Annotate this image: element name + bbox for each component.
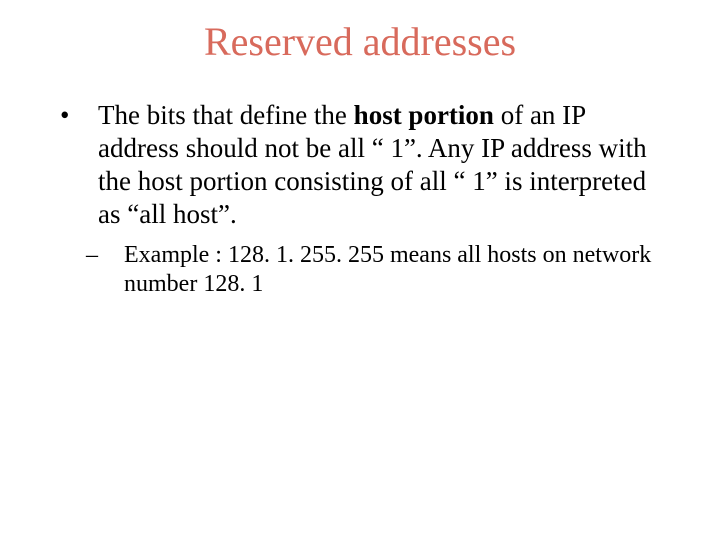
slide-title: Reserved addresses — [0, 0, 720, 65]
bullet-text: The bits that define the host portion of… — [98, 99, 660, 231]
slide: Reserved addresses • The bits that defin… — [0, 0, 720, 540]
slide-body: • The bits that define the host portion … — [0, 65, 720, 299]
bullet-text-before: The bits that define the — [98, 100, 354, 130]
sub-bullet-text: Example : 128. 1. 255. 255 means all hos… — [124, 241, 660, 300]
bullet-marker: • — [60, 99, 98, 231]
bullet-item: • The bits that define the host portion … — [60, 99, 660, 231]
sub-bullet-marker: – — [86, 241, 124, 300]
bullet-text-bold: host portion — [354, 100, 494, 130]
sub-bullet-item: – Example : 128. 1. 255. 255 means all h… — [60, 241, 660, 300]
